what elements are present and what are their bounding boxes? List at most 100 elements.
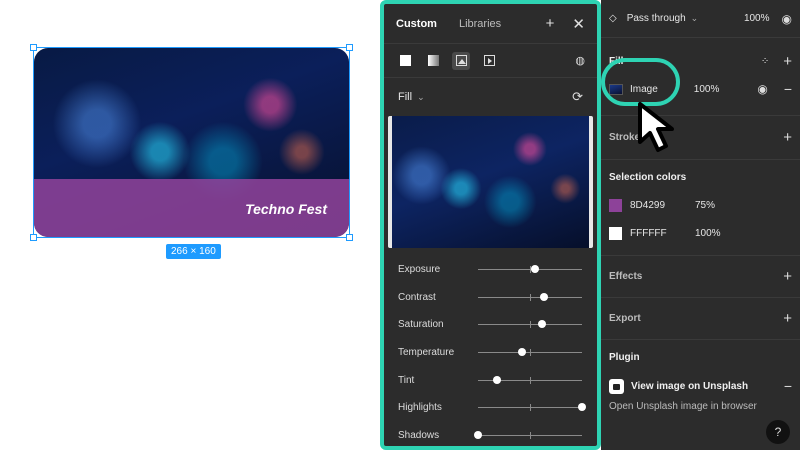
- fill-mode-dropdown[interactable]: Fill: [398, 91, 412, 103]
- adjustment-row: Contrast: [384, 284, 597, 312]
- tab-custom[interactable]: Custom: [396, 18, 437, 30]
- video-icon: [483, 55, 495, 66]
- resize-handle-bottom-left[interactable]: [30, 234, 37, 241]
- plugin-description: Open Unsplash image in browser: [609, 401, 757, 412]
- adjustment-row: Highlights: [384, 394, 597, 422]
- adjustment-label: Highlights: [398, 402, 442, 414]
- adjustment-row: Shadows: [384, 422, 597, 450]
- size-badge: 266 × 160: [166, 244, 221, 259]
- layer-row: ◇ Pass through ⌄ 100% ◉: [601, 0, 800, 38]
- solid-icon: [399, 55, 411, 66]
- slider-knob[interactable]: [539, 292, 548, 301]
- adjustment-slider[interactable]: [478, 292, 582, 301]
- color-hex[interactable]: FFFFFF: [630, 228, 695, 239]
- color-opacity[interactable]: 75%: [695, 200, 715, 211]
- slider-center-tick: [530, 293, 531, 301]
- frame-photo: Techno Fest: [34, 48, 349, 237]
- fill-picker-panel: Custom Libraries + ✕ ◍ Fill ⌄ ⟳ Exposure…: [380, 0, 601, 450]
- slider-knob[interactable]: [531, 265, 540, 274]
- adjustment-label: Saturation: [398, 319, 444, 331]
- color-swatch[interactable]: [609, 226, 622, 240]
- color-row[interactable]: 8D4299 75%: [609, 191, 792, 219]
- slider-knob[interactable]: [538, 320, 547, 329]
- add-effect-icon[interactable]: +: [783, 268, 792, 285]
- add-fill-icon[interactable]: +: [783, 53, 792, 70]
- blend-drop-icon[interactable]: ◍: [575, 54, 585, 67]
- export-section: Export +: [601, 298, 800, 340]
- color-hex[interactable]: 8D4299: [630, 200, 695, 211]
- chevron-down-icon[interactable]: ⌄: [691, 13, 699, 24]
- styles-grid-icon[interactable]: ⁘: [761, 56, 769, 67]
- adjustment-slider[interactable]: [478, 348, 582, 357]
- slider-knob[interactable]: [492, 375, 501, 384]
- tab-libraries[interactable]: Libraries: [459, 18, 501, 30]
- resize-handle-bottom-right[interactable]: [346, 234, 353, 241]
- adjustment-label: Exposure: [398, 264, 441, 276]
- slider-center-tick: [530, 321, 531, 329]
- eye-icon[interactable]: ◉: [782, 12, 792, 26]
- adjustment-slider[interactable]: [478, 320, 582, 329]
- remove-plugin-icon[interactable]: −: [784, 378, 792, 394]
- slider-knob[interactable]: [578, 403, 586, 412]
- image-preview[interactable]: [388, 116, 593, 248]
- rotate-image-icon[interactable]: ⟳: [572, 89, 583, 105]
- effects-section: Effects +: [601, 256, 800, 298]
- slider-center-tick: [530, 349, 531, 357]
- color-opacity[interactable]: 100%: [695, 228, 721, 239]
- adjustment-row: Saturation: [384, 311, 597, 339]
- adjustment-label: Shadows: [398, 429, 440, 441]
- add-stroke-icon[interactable]: +: [783, 129, 792, 146]
- remove-fill-icon[interactable]: −: [784, 81, 792, 97]
- gradient-icon: [427, 55, 439, 66]
- resize-handle-top-right[interactable]: [346, 44, 353, 51]
- selection-colors-title: Selection colors: [609, 172, 687, 183]
- fill-type-selector: ◍: [384, 44, 597, 78]
- add-icon[interactable]: +: [546, 15, 555, 33]
- color-row[interactable]: FFFFFF 100%: [609, 219, 792, 247]
- plugin-title: Plugin: [609, 352, 640, 363]
- adjustment-row: Temperature: [384, 339, 597, 367]
- picker-tabs: Custom Libraries + ✕: [384, 4, 597, 44]
- adjustment-slider[interactable]: [478, 375, 582, 384]
- adjustment-slider[interactable]: [478, 265, 582, 274]
- solid-fill-button[interactable]: [396, 52, 414, 70]
- export-title: Export: [609, 313, 641, 324]
- adjustment-row: Exposure: [384, 256, 597, 284]
- layer-opacity[interactable]: 100%: [744, 13, 770, 24]
- plugin-section: Plugin View image on Unsplash − Open Uns…: [601, 340, 800, 412]
- close-icon[interactable]: ✕: [572, 15, 585, 33]
- slider-center-tick: [530, 404, 531, 412]
- fill-mode-row: Fill ⌄ ⟳: [384, 78, 597, 116]
- image-adjustments: Exposure Contrast Saturation Temperature Tin…: [384, 248, 597, 449]
- mouse-cursor-icon: [638, 102, 674, 152]
- unsplash-plugin-icon: [609, 378, 624, 394]
- adjustment-label: Contrast: [398, 291, 436, 303]
- image-frame[interactable]: Techno Fest: [30, 44, 353, 241]
- resize-handle-top-left[interactable]: [30, 44, 37, 51]
- color-swatch[interactable]: [609, 198, 622, 212]
- slider-center-tick: [530, 431, 531, 439]
- design-canvas[interactable]: Techno Fest 266 × 160: [0, 0, 380, 450]
- blend-icon: ◇: [609, 13, 617, 24]
- image-fill-button[interactable]: [452, 51, 470, 70]
- adjustment-slider[interactable]: [474, 430, 582, 439]
- slider-center-tick: [530, 376, 531, 384]
- adjustment-label: Tint: [398, 374, 415, 386]
- chevron-down-icon[interactable]: ⌄: [417, 92, 425, 103]
- plugin-name[interactable]: View image on Unsplash: [631, 381, 748, 392]
- video-fill-button[interactable]: [480, 52, 498, 70]
- slider-knob[interactable]: [474, 430, 482, 439]
- gradient-fill-button[interactable]: [424, 52, 442, 70]
- adjustment-slider[interactable]: [478, 403, 586, 412]
- add-export-icon[interactable]: +: [783, 310, 792, 327]
- effects-title: Effects: [609, 271, 643, 282]
- fill-opacity[interactable]: 100%: [694, 84, 720, 95]
- image-icon: [455, 55, 467, 66]
- blend-mode-dropdown[interactable]: Pass through: [627, 13, 686, 24]
- help-button[interactable]: ?: [766, 420, 790, 444]
- frame-title: Techno Fest: [245, 201, 327, 217]
- adjustment-label: Temperature: [398, 347, 455, 359]
- slider-knob[interactable]: [517, 348, 526, 357]
- adjustment-row: Tint: [384, 366, 597, 394]
- eye-icon[interactable]: ◉: [757, 82, 767, 96]
